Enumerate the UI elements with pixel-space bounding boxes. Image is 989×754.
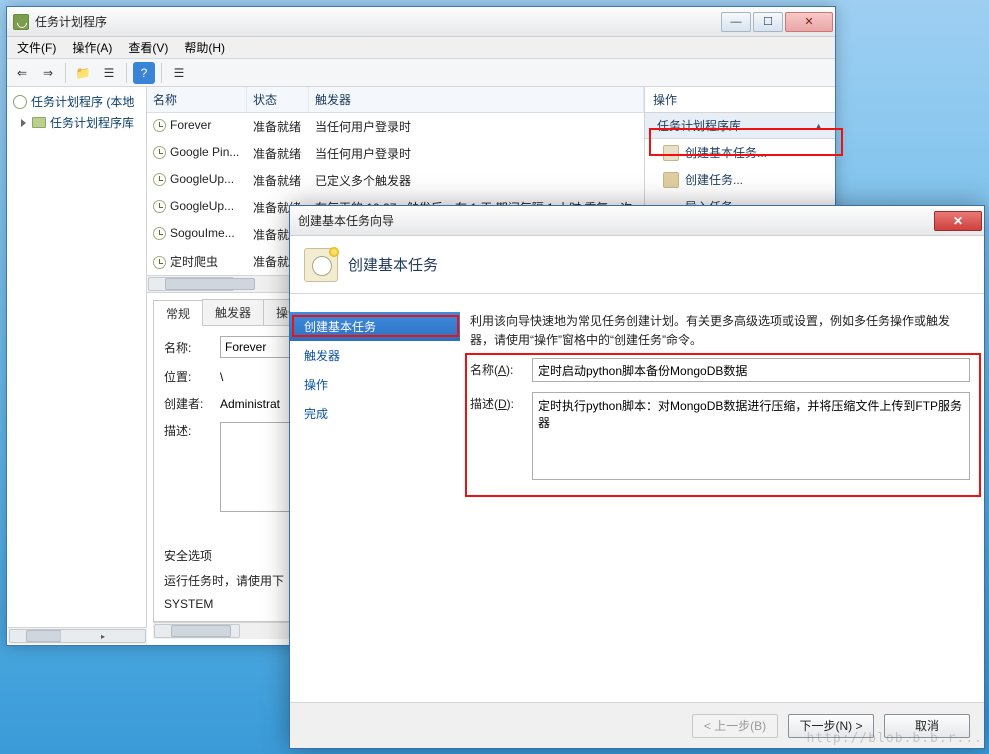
wizard-header-title: 创建基本任务 bbox=[348, 254, 438, 275]
app-icon bbox=[13, 14, 29, 30]
lbl-desc: 描述: bbox=[164, 422, 208, 439]
clock-icon bbox=[153, 200, 166, 213]
clock-icon bbox=[153, 227, 166, 240]
lbl-task-desc: 描述(D): bbox=[470, 392, 524, 412]
wizard-content: 利用该向导快速地为常见任务创建计划。有关更多高级选项或设置，例如多任务操作或触发… bbox=[460, 294, 984, 702]
wizard-titlebar[interactable]: 创建基本任务向导 ✕ bbox=[290, 206, 984, 236]
tree-root-label: 任务计划程序 (本地 bbox=[31, 93, 134, 110]
step-trigger[interactable]: 触发器 bbox=[290, 341, 460, 370]
hdr-name[interactable]: 名称 bbox=[147, 87, 247, 112]
watermark: http://blob.b.b.r... bbox=[806, 731, 983, 746]
titlebar[interactable]: 任务计划程序 — ☐ ✕ bbox=[7, 7, 835, 37]
val-author: Administrat bbox=[220, 397, 280, 411]
minimize-button[interactable]: — bbox=[721, 12, 751, 32]
val-location: \ bbox=[220, 370, 223, 384]
wizard-description: 利用该向导快速地为常见任务创建计划。有关更多高级选项或设置，例如多任务操作或触发… bbox=[470, 312, 970, 350]
menu-action[interactable]: 操作(A) bbox=[66, 37, 118, 58]
input-task-name[interactable] bbox=[532, 358, 970, 382]
props-icon[interactable]: ☰ bbox=[98, 62, 120, 84]
task-icon bbox=[663, 172, 679, 188]
clock-icon bbox=[153, 119, 166, 132]
close-button[interactable]: ✕ bbox=[785, 12, 833, 32]
scroll-thumb[interactable] bbox=[171, 625, 231, 637]
expand-icon[interactable] bbox=[21, 119, 26, 127]
list-item[interactable]: Forever 准备就绪当任何用户登录时 bbox=[147, 113, 644, 140]
cell-name: 定时爬虫 bbox=[170, 255, 218, 269]
clock-icon bbox=[153, 256, 166, 269]
tree-root[interactable]: 任务计划程序 (本地 bbox=[7, 91, 146, 112]
hdr-status[interactable]: 状态 bbox=[247, 87, 309, 112]
action-create-basic-task[interactable]: 创建基本任务... bbox=[645, 139, 835, 166]
menu-help[interactable]: 帮助(H) bbox=[178, 37, 231, 58]
clock-icon bbox=[13, 95, 27, 109]
action-label: 创建任务... bbox=[685, 171, 743, 188]
lbl-author: 创建者: bbox=[164, 395, 208, 412]
clock-icon bbox=[153, 173, 166, 186]
menu-file[interactable]: 文件(F) bbox=[11, 37, 62, 58]
menu-view[interactable]: 查看(V) bbox=[122, 37, 174, 58]
create-basic-task-wizard: 创建基本任务向导 ✕ 创建基本任务 创建基本任务 触发器 操作 完成 利用该向导… bbox=[289, 205, 985, 749]
lbl-task-name: 名称(A): bbox=[470, 358, 524, 378]
tree-child[interactable]: 任务计划程序库 bbox=[7, 112, 146, 133]
separator bbox=[126, 63, 127, 83]
tree-child-label: 任务计划程序库 bbox=[50, 114, 134, 131]
cell-name: SogouIme... bbox=[170, 226, 235, 240]
back-icon[interactable]: ⇐ bbox=[11, 62, 33, 84]
list-item[interactable]: GoogleUp... 准备就绪已定义多个触发器 bbox=[147, 167, 644, 194]
clock-icon bbox=[153, 146, 166, 159]
tab-triggers[interactable]: 触发器 bbox=[202, 299, 264, 325]
actions-header: 操作 bbox=[645, 87, 835, 113]
list-header: 名称 状态 触发器 bbox=[147, 87, 644, 113]
actions-group-label: 任务计划程序库 bbox=[657, 117, 741, 134]
step-finish[interactable]: 完成 bbox=[290, 399, 460, 428]
input-task-desc[interactable] bbox=[532, 392, 970, 480]
cell-status: 准备就绪 bbox=[247, 143, 309, 164]
cell-name: GoogleUp... bbox=[170, 199, 234, 213]
action-create-task[interactable]: 创建任务... bbox=[645, 166, 835, 193]
cell-name: Forever bbox=[170, 118, 211, 132]
cell-trigger: 当任何用户登录时 bbox=[309, 143, 644, 164]
up-icon[interactable]: 📁 bbox=[72, 62, 94, 84]
task-icon bbox=[663, 145, 679, 161]
lbl-location: 位置: bbox=[164, 368, 208, 385]
step-create-basic-task[interactable]: 创建基本任务 bbox=[290, 312, 460, 341]
hdr-trigger[interactable]: 触发器 bbox=[309, 87, 644, 112]
tree-pane: 任务计划程序 (本地 任务计划程序库 bbox=[7, 87, 147, 645]
wizard-steps: 创建基本任务 触发器 操作 完成 bbox=[290, 294, 460, 702]
folder-icon bbox=[32, 117, 46, 128]
wizard-close-button[interactable]: ✕ bbox=[934, 211, 982, 231]
menubar: 文件(F) 操作(A) 查看(V) 帮助(H) bbox=[7, 37, 835, 59]
wizard-title: 创建基本任务向导 bbox=[298, 212, 934, 229]
scroll-right-icon[interactable]: ▸ bbox=[60, 629, 146, 643]
separator bbox=[161, 63, 162, 83]
lbl-name: 名称: bbox=[164, 339, 208, 356]
forward-icon[interactable]: ⇒ bbox=[37, 62, 59, 84]
help-icon[interactable]: ? bbox=[133, 62, 155, 84]
tab-general[interactable]: 常规 bbox=[153, 300, 203, 326]
tree-h-scrollbar[interactable]: ◂ ▸ bbox=[8, 627, 147, 644]
refresh-icon[interactable]: ☰ bbox=[168, 62, 190, 84]
collapse-icon: ▲ bbox=[814, 121, 823, 131]
back-button: < 上一步(B) bbox=[692, 714, 778, 738]
cell-status: 准备就绪 bbox=[247, 116, 309, 137]
maximize-button[interactable]: ☐ bbox=[753, 12, 783, 32]
separator bbox=[65, 63, 66, 83]
wizard-header: 创建基本任务 bbox=[290, 236, 984, 294]
actions-group[interactable]: 任务计划程序库 ▲ bbox=[645, 113, 835, 139]
list-item[interactable]: Google Pin... 准备就绪当任何用户登录时 bbox=[147, 140, 644, 167]
wizard-icon bbox=[304, 248, 338, 282]
toolbar: ⇐ ⇒ 📁 ☰ ? ☰ bbox=[7, 59, 835, 87]
cell-name: Google Pin... bbox=[170, 145, 239, 159]
scroll-thumb[interactable] bbox=[165, 278, 255, 290]
cell-trigger: 已定义多个触发器 bbox=[309, 170, 644, 191]
step-action[interactable]: 操作 bbox=[290, 370, 460, 399]
action-label: 创建基本任务... bbox=[685, 144, 767, 161]
window-title: 任务计划程序 bbox=[35, 13, 719, 30]
cell-status: 准备就绪 bbox=[247, 170, 309, 191]
cell-trigger: 当任何用户登录时 bbox=[309, 116, 644, 137]
cell-name: GoogleUp... bbox=[170, 172, 234, 186]
